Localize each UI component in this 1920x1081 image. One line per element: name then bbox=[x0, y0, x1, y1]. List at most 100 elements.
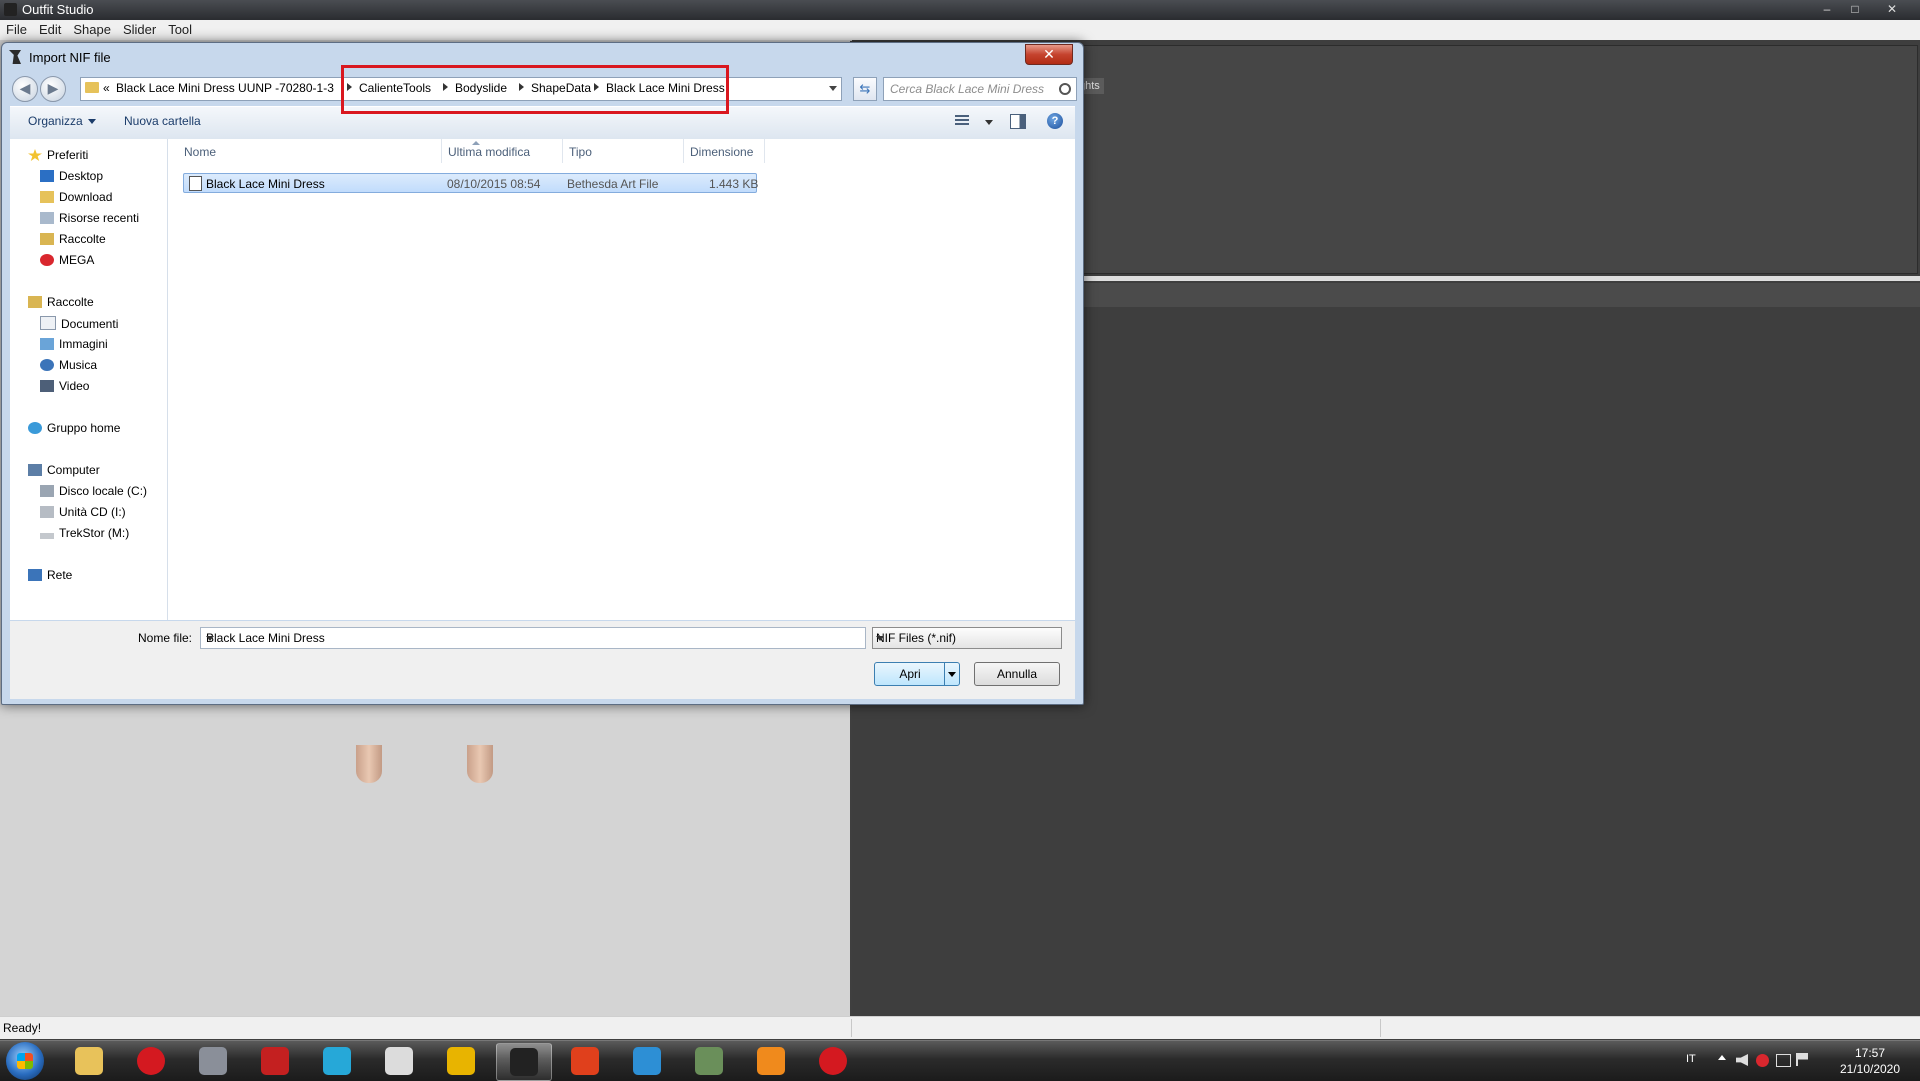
taskbar-app-ffdec[interactable] bbox=[620, 1043, 674, 1079]
nav-label: Risorse recenti bbox=[59, 211, 140, 225]
nav-network[interactable]: Rete bbox=[28, 568, 72, 582]
breadcrumb-overflow[interactable]: « bbox=[103, 81, 110, 95]
start-button[interactable] bbox=[6, 1042, 44, 1080]
back-button[interactable]: ◀ bbox=[12, 76, 38, 102]
nav-item-trekstor-m[interactable]: TrekStor (M:) bbox=[40, 526, 129, 540]
network-tray-icon[interactable] bbox=[1776, 1054, 1791, 1067]
nav-item-music[interactable]: Musica bbox=[40, 358, 97, 372]
nav-libraries[interactable]: Raccolte bbox=[28, 295, 94, 309]
tray-time: 17:57 bbox=[1854, 1046, 1886, 1060]
taskbar-app-opera-2[interactable] bbox=[806, 1043, 860, 1079]
taskbar-app-explorer[interactable] bbox=[62, 1043, 116, 1079]
star-icon bbox=[28, 149, 42, 161]
taskbar: IT 17:57 21/10/2020 bbox=[0, 1040, 1920, 1081]
filename-input[interactable]: Black Lace Mini Dress bbox=[200, 627, 866, 649]
taskbar-app-media[interactable] bbox=[186, 1043, 240, 1079]
nav-item-collections[interactable]: Raccolte bbox=[40, 232, 106, 246]
nav-item-disk-c[interactable]: Disco locale (C:) bbox=[40, 484, 147, 498]
nav-favorites[interactable]: Preferiti bbox=[28, 148, 88, 162]
tray-clock[interactable]: 17:57 21/10/2020 bbox=[1835, 1045, 1905, 1077]
preview-pane-icon[interactable] bbox=[1010, 114, 1026, 129]
menu-slider[interactable]: Slider bbox=[117, 20, 162, 39]
nav-item-images[interactable]: Immagini bbox=[40, 337, 108, 351]
nav-item-mega[interactable]: MEGA bbox=[40, 253, 94, 267]
nav-item-recent[interactable]: Risorse recenti bbox=[40, 211, 139, 225]
show-hidden-icons-icon[interactable] bbox=[1718, 1055, 1726, 1060]
status-text: Ready! bbox=[3, 1021, 42, 1035]
dialog-icon bbox=[9, 50, 21, 64]
taskbar-app-cpu-app[interactable] bbox=[434, 1043, 488, 1079]
new-folder-button[interactable]: Nuova cartella bbox=[124, 114, 201, 128]
minimize-button[interactable]: – bbox=[1814, 1, 1840, 18]
column-header-modified[interactable]: Ultima modifica bbox=[442, 139, 563, 163]
file-row[interactable]: Black Lace Mini Dress 08/10/2015 08:54 B… bbox=[183, 173, 758, 193]
ffdec-icon bbox=[633, 1047, 661, 1075]
taskbar-app-outfit-studio[interactable] bbox=[496, 1043, 552, 1081]
volume-icon[interactable] bbox=[1736, 1054, 1748, 1066]
nav-label: Video bbox=[59, 379, 90, 393]
documents-icon bbox=[40, 316, 56, 330]
search-input[interactable]: Cerca Black Lace Mini Dress bbox=[883, 77, 1077, 101]
shape-list-panel[interactable] bbox=[1083, 45, 1918, 274]
taskbar-app-music[interactable] bbox=[310, 1043, 364, 1079]
action-center-flag-icon[interactable] bbox=[1796, 1053, 1808, 1066]
slider-panel-header bbox=[1083, 283, 1920, 307]
refresh-button[interactable]: ⇆ bbox=[853, 77, 877, 101]
search-icon[interactable] bbox=[1059, 83, 1071, 95]
nav-label: Unità CD (I:) bbox=[59, 505, 126, 519]
breadcrumb-item[interactable]: Black Lace Mini Dress UUNP -70280-1-3 bbox=[116, 81, 334, 95]
mega-icon bbox=[40, 254, 54, 266]
nav-item-cd-i[interactable]: Unità CD (I:) bbox=[40, 505, 126, 519]
nav-item-desktop[interactable]: Desktop bbox=[40, 169, 103, 183]
dialog-close-button[interactable]: ✕ bbox=[1025, 44, 1073, 65]
filename-dropdown-icon[interactable] bbox=[206, 636, 214, 641]
app-close-button[interactable]: ✕ bbox=[1870, 1, 1914, 18]
download-folder-icon bbox=[40, 191, 54, 203]
panel-splitter[interactable] bbox=[1083, 276, 1920, 281]
opera-2-icon bbox=[819, 1047, 847, 1075]
nav-item-video[interactable]: Video bbox=[40, 379, 89, 393]
organize-menu[interactable]: Organizza bbox=[28, 114, 96, 128]
maximize-button[interactable]: □ bbox=[1842, 1, 1868, 18]
menu-file[interactable]: File bbox=[0, 20, 33, 39]
nav-label: Disco locale (C:) bbox=[59, 484, 148, 498]
taskbar-app-gear-app[interactable] bbox=[248, 1043, 302, 1079]
view-dropdown-icon[interactable] bbox=[985, 120, 993, 125]
column-header-size[interactable]: Dimensione bbox=[684, 139, 765, 163]
taskbar-app-window-app[interactable] bbox=[682, 1043, 736, 1079]
column-header-type[interactable]: Tipo bbox=[563, 139, 684, 163]
taskbar-app-opera[interactable] bbox=[124, 1043, 178, 1079]
dialog-title: Import NIF file bbox=[29, 50, 111, 65]
nav-homegroup[interactable]: Gruppo home bbox=[28, 421, 120, 435]
outfit-studio-icon bbox=[510, 1048, 538, 1076]
language-indicator[interactable]: IT bbox=[1686, 1053, 1696, 1065]
address-dropdown-icon[interactable] bbox=[829, 86, 837, 91]
open-button[interactable]: Apri bbox=[874, 662, 960, 686]
images-icon bbox=[40, 338, 54, 350]
column-label: Tipo bbox=[569, 145, 592, 159]
menu-shape[interactable]: Shape bbox=[67, 20, 117, 39]
nav-item-download[interactable]: Download bbox=[40, 190, 112, 204]
nav-computer[interactable]: Computer bbox=[28, 463, 100, 477]
nav-item-documents[interactable]: Documenti bbox=[40, 316, 118, 331]
mega-tray-icon[interactable] bbox=[1756, 1054, 1769, 1067]
status-bar: Ready! bbox=[0, 1016, 1920, 1039]
file-list[interactable]: Nome Ultima modifica Tipo Dimensione Bla… bbox=[168, 139, 1075, 620]
taskbar-app-cross-app[interactable] bbox=[744, 1043, 798, 1079]
taskbar-app-audio[interactable] bbox=[372, 1043, 426, 1079]
foxit-icon bbox=[571, 1047, 599, 1075]
nav-label: Preferiti bbox=[47, 148, 89, 162]
view-options-icon[interactable] bbox=[955, 115, 969, 127]
menu-edit[interactable]: Edit bbox=[33, 20, 67, 39]
taskbar-app-foxit[interactable] bbox=[558, 1043, 612, 1079]
nav-label: Musica bbox=[59, 358, 98, 372]
column-header-name[interactable]: Nome bbox=[178, 139, 442, 163]
file-type-filter[interactable]: NIF Files (*.nif) bbox=[872, 627, 1062, 649]
filter-dropdown-icon[interactable] bbox=[876, 636, 884, 641]
help-icon[interactable]: ? bbox=[1047, 113, 1063, 129]
menu-tool[interactable]: Tool bbox=[162, 20, 198, 39]
cpu-app-icon bbox=[447, 1047, 475, 1075]
open-split-dropdown[interactable] bbox=[944, 663, 959, 685]
cancel-button[interactable]: Annulla bbox=[974, 662, 1060, 686]
forward-button[interactable]: ▶ bbox=[40, 76, 66, 102]
